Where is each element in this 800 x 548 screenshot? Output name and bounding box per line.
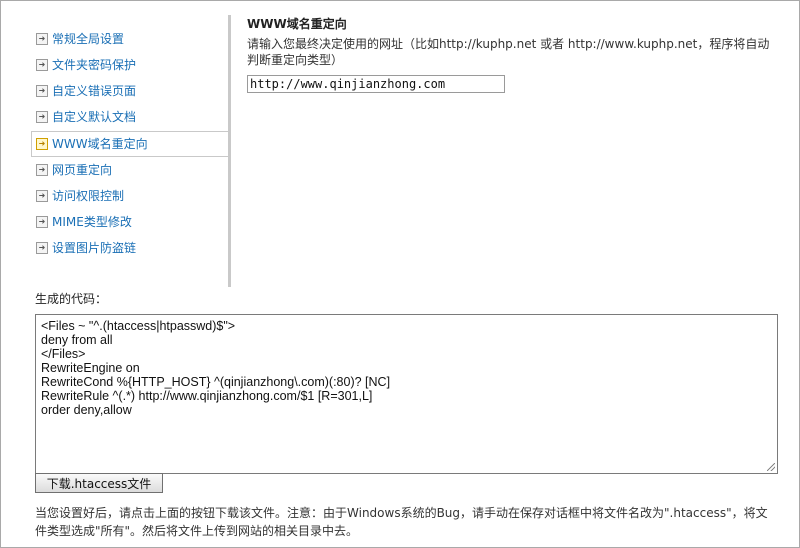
section-title: WWW域名重定向	[247, 17, 347, 31]
arrow-right-icon: ➜	[36, 216, 48, 228]
code-line: order deny,allow	[41, 403, 132, 417]
arrow-right-icon: ➜	[36, 59, 48, 71]
resize-grip-icon[interactable]	[767, 463, 775, 471]
code-line: <Files ~ "^.(htaccess|htpasswd)$">	[41, 319, 236, 333]
sidebar-item-error-pages[interactable]: ➜ 自定义错误页面	[32, 79, 226, 103]
sidebar-item-label: 设置图片防盗链	[52, 241, 137, 255]
sidebar-item-mime-types[interactable]: ➜ MIME类型修改	[32, 210, 226, 234]
sidebar-item-default-document[interactable]: ➜ 自定义默认文档	[32, 105, 226, 129]
code-line: RewriteCond %{HTTP_HOST} ^(qinjianzhong\…	[41, 375, 391, 389]
sidebar-nav: ➜ 常规全局设置 ➜ 文件夹密码保护 ➜ 自定义错误页面 ➜ 自定义默认文档 ➜…	[31, 15, 231, 287]
download-htaccess-button[interactable]: 下载.htaccess文件	[35, 473, 163, 493]
code-line: </Files>	[41, 347, 86, 361]
sidebar-item-folder-password[interactable]: ➜ 文件夹密码保护	[32, 53, 226, 77]
sidebar-item-label: 自定义默认文档	[52, 110, 137, 124]
sidebar-item-label: 访问权限控制	[52, 189, 125, 203]
sidebar-item-label: 常规全局设置	[52, 32, 125, 46]
arrow-right-icon: ➜	[36, 138, 48, 150]
sidebar-item-label: 网页重定向	[52, 163, 113, 177]
section-description: 请输入您最终决定使用的网址（比如http://kuphp.net 或者 http…	[247, 37, 770, 67]
main-panel: ➜ 常规全局设置 ➜ 文件夹密码保护 ➜ 自定义错误页面 ➜ 自定义默认文档 ➜…	[0, 0, 800, 548]
sidebar-item-hotlink-protection[interactable]: ➜ 设置图片防盗链	[32, 236, 226, 260]
code-line: deny from all	[41, 333, 113, 347]
code-line: RewriteRule ^(.*) http://www.qinjianzhon…	[41, 389, 373, 403]
sidebar-item-global-settings[interactable]: ➜ 常规全局设置	[32, 27, 226, 51]
sidebar-item-www-redirect[interactable]: ➜ WWW域名重定向	[31, 131, 228, 157]
arrow-right-icon: ➜	[36, 190, 48, 202]
sidebar-item-page-redirect[interactable]: ➜ 网页重定向	[32, 158, 226, 182]
generated-code-label: 生成的代码：	[35, 292, 108, 306]
sidebar-item-label: WWW域名重定向	[52, 137, 148, 151]
sidebar-item-access-control[interactable]: ➜ 访问权限控制	[32, 184, 226, 208]
arrow-right-icon: ➜	[36, 85, 48, 97]
sidebar-item-label: 文件夹密码保护	[52, 58, 137, 72]
generated-code-textarea[interactable]: <Files ~ "^.(htaccess|htpasswd)$"> deny …	[35, 314, 778, 474]
sidebar-item-label: MIME类型修改	[52, 215, 132, 229]
url-input[interactable]	[247, 75, 505, 93]
arrow-right-icon: ➜	[36, 111, 48, 123]
code-line: RewriteEngine on	[41, 361, 140, 375]
instruction-note: 当您设置好后，请点击上面的按钮下载该文件。注意：由于Windows系统的Bug，…	[35, 506, 768, 538]
arrow-right-icon: ➜	[36, 242, 48, 254]
sidebar-item-label: 自定义错误页面	[52, 84, 137, 98]
arrow-right-icon: ➜	[36, 33, 48, 45]
arrow-right-icon: ➜	[36, 164, 48, 176]
